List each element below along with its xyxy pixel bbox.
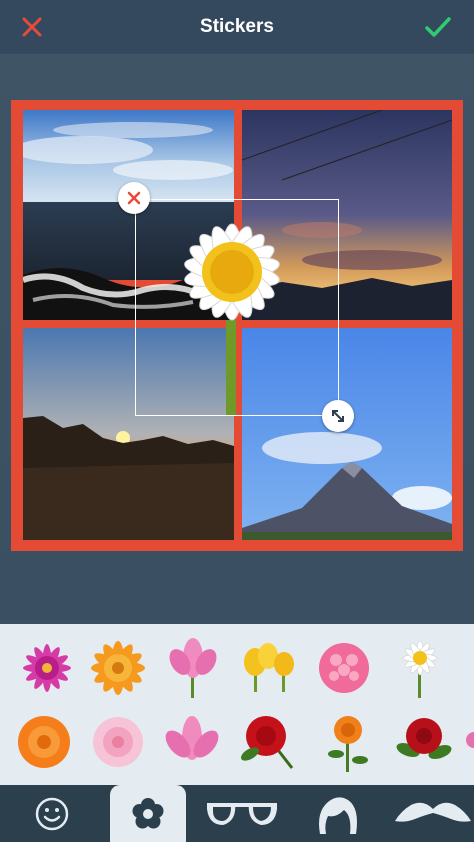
sticker-pink-flower-partial[interactable] bbox=[464, 724, 474, 784]
flowers-tab[interactable] bbox=[110, 785, 186, 842]
close-button[interactable] bbox=[12, 10, 52, 44]
sticker-red-rose[interactable] bbox=[238, 710, 298, 770]
glasses-tab[interactable] bbox=[204, 785, 280, 842]
flower-icon bbox=[132, 797, 164, 828]
emoji-tab[interactable] bbox=[14, 785, 90, 842]
sticker-pink-lotus[interactable] bbox=[163, 636, 223, 698]
top-bar: Stickers bbox=[0, 0, 474, 54]
sticker-yellow-tulips[interactable] bbox=[238, 640, 298, 700]
delete-sticker-button[interactable] bbox=[118, 182, 150, 214]
sticker-pink-rose-ball[interactable] bbox=[314, 638, 374, 698]
hair-tab[interactable] bbox=[300, 785, 376, 842]
sticker-red-rose-leaves[interactable] bbox=[394, 710, 454, 770]
sticker-orange-rose-sprig[interactable] bbox=[318, 710, 378, 772]
glasses-icon bbox=[207, 802, 277, 825]
mustache-icon bbox=[395, 802, 471, 822]
sticker-palette bbox=[0, 624, 474, 785]
sticker-orange-dahlia[interactable] bbox=[88, 638, 148, 698]
confirm-button[interactable] bbox=[418, 10, 458, 44]
smiley-icon bbox=[35, 797, 69, 830]
mustache-tab[interactable] bbox=[392, 785, 474, 842]
close-x-icon bbox=[127, 191, 141, 205]
sticker-pink-rose[interactable] bbox=[88, 712, 148, 772]
sticker-selection-box[interactable] bbox=[135, 199, 339, 416]
sticker-pink-lotus-2[interactable] bbox=[162, 712, 222, 772]
sticker-category-tabs bbox=[0, 785, 474, 842]
sticker-pink-chrysanthemum[interactable] bbox=[17, 638, 77, 698]
hair-icon bbox=[319, 796, 357, 834]
checkmark-icon bbox=[425, 17, 451, 37]
close-x-icon bbox=[22, 17, 42, 37]
resize-sticker-handle[interactable] bbox=[322, 400, 354, 432]
sticker-orange-rose[interactable] bbox=[14, 712, 74, 772]
sticker-white-daisy[interactable] bbox=[390, 634, 450, 698]
resize-arrows-icon bbox=[332, 410, 344, 422]
page-title: Stickers bbox=[200, 16, 274, 37]
